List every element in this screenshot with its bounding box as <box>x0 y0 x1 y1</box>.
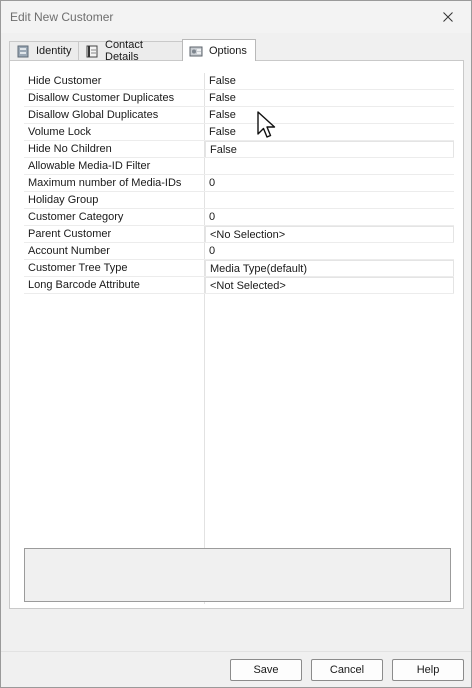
tab-options-label: Options <box>209 44 247 57</box>
property-value[interactable]: 0 <box>205 175 454 191</box>
edit-customer-dialog: Edit New Customer Identity Contact Detai… <box>0 0 472 688</box>
options-icon <box>189 44 203 58</box>
mouse-cursor-icon <box>257 111 276 138</box>
property-row-account-number[interactable]: Account Number 0 <box>24 243 454 260</box>
footer-divider <box>1 651 471 652</box>
property-label: Customer Tree Type <box>28 262 128 274</box>
window-title: Edit New Customer <box>10 10 114 24</box>
property-value[interactable]: 0 <box>205 209 454 225</box>
property-row-disallow-customer-duplicates[interactable]: Disallow Customer Duplicates False <box>24 90 454 107</box>
property-value[interactable]: False <box>205 124 454 140</box>
property-value[interactable]: False <box>205 107 454 123</box>
property-label: Hide Customer <box>28 75 102 87</box>
property-row-volume-lock[interactable]: Volume Lock False <box>24 124 454 141</box>
property-value[interactable] <box>205 192 454 208</box>
tab-contact-details[interactable]: Contact Details <box>78 39 183 63</box>
property-row-parent-customer[interactable]: Parent Customer <No Selection> <box>24 226 454 243</box>
property-label: Holiday Group <box>28 194 99 206</box>
property-row-disallow-global-duplicates[interactable]: Disallow Global Duplicates False <box>24 107 454 124</box>
property-value[interactable]: <No Selection> <box>205 226 454 242</box>
identity-icon <box>16 44 30 58</box>
tab-options[interactable]: Options <box>182 39 256 61</box>
close-button[interactable] <box>425 1 471 33</box>
property-label: Long Barcode Attribute <box>28 279 140 291</box>
tab-identity[interactable]: Identity <box>9 41 79 60</box>
property-value[interactable]: False <box>205 141 454 157</box>
property-row-customer-tree-type[interactable]: Customer Tree Type Media Type(default) <box>24 260 454 277</box>
property-value[interactable]: False <box>205 73 454 89</box>
property-label: Customer Category <box>28 211 124 223</box>
property-label: Hide No Children <box>28 143 112 155</box>
options-panel: Hide Customer False Disallow Customer Du… <box>9 60 464 609</box>
property-row-holiday-group[interactable]: Holiday Group <box>24 192 454 209</box>
property-label: Account Number <box>28 245 110 257</box>
property-label: Allowable Media-ID Filter <box>28 160 151 172</box>
property-value[interactable] <box>205 158 454 174</box>
property-value[interactable]: Media Type(default) <box>205 260 454 276</box>
title-bar: Edit New Customer <box>1 1 471 33</box>
tab-identity-label: Identity <box>36 45 72 57</box>
help-button[interactable]: Help <box>392 659 464 681</box>
property-label: Maximum number of Media-IDs <box>28 177 182 189</box>
property-label: Disallow Customer Duplicates <box>28 92 175 104</box>
property-row-hide-no-children[interactable]: Hide No Children False <box>24 141 454 158</box>
contact-details-icon <box>85 44 99 58</box>
close-icon <box>443 12 453 22</box>
property-description-box <box>24 548 451 602</box>
property-row-allowable-media-id-filter[interactable]: Allowable Media-ID Filter <box>24 158 454 175</box>
property-value[interactable]: False <box>205 90 454 106</box>
property-value[interactable]: 0 <box>205 243 454 259</box>
property-value[interactable]: <Not Selected> <box>205 277 454 293</box>
property-row-hide-customer[interactable]: Hide Customer False <box>24 73 454 90</box>
property-row-long-barcode-attribute[interactable]: Long Barcode Attribute <Not Selected> <box>24 277 454 294</box>
cancel-button[interactable]: Cancel <box>311 659 383 681</box>
property-label: Parent Customer <box>28 228 112 240</box>
property-row-maximum-media-ids[interactable]: Maximum number of Media-IDs 0 <box>24 175 454 192</box>
save-button[interactable]: Save <box>230 659 302 681</box>
property-label: Disallow Global Duplicates <box>28 109 159 121</box>
property-row-customer-category[interactable]: Customer Category 0 <box>24 209 454 226</box>
property-label: Volume Lock <box>28 126 91 138</box>
property-grid: Hide Customer False Disallow Customer Du… <box>24 73 454 604</box>
